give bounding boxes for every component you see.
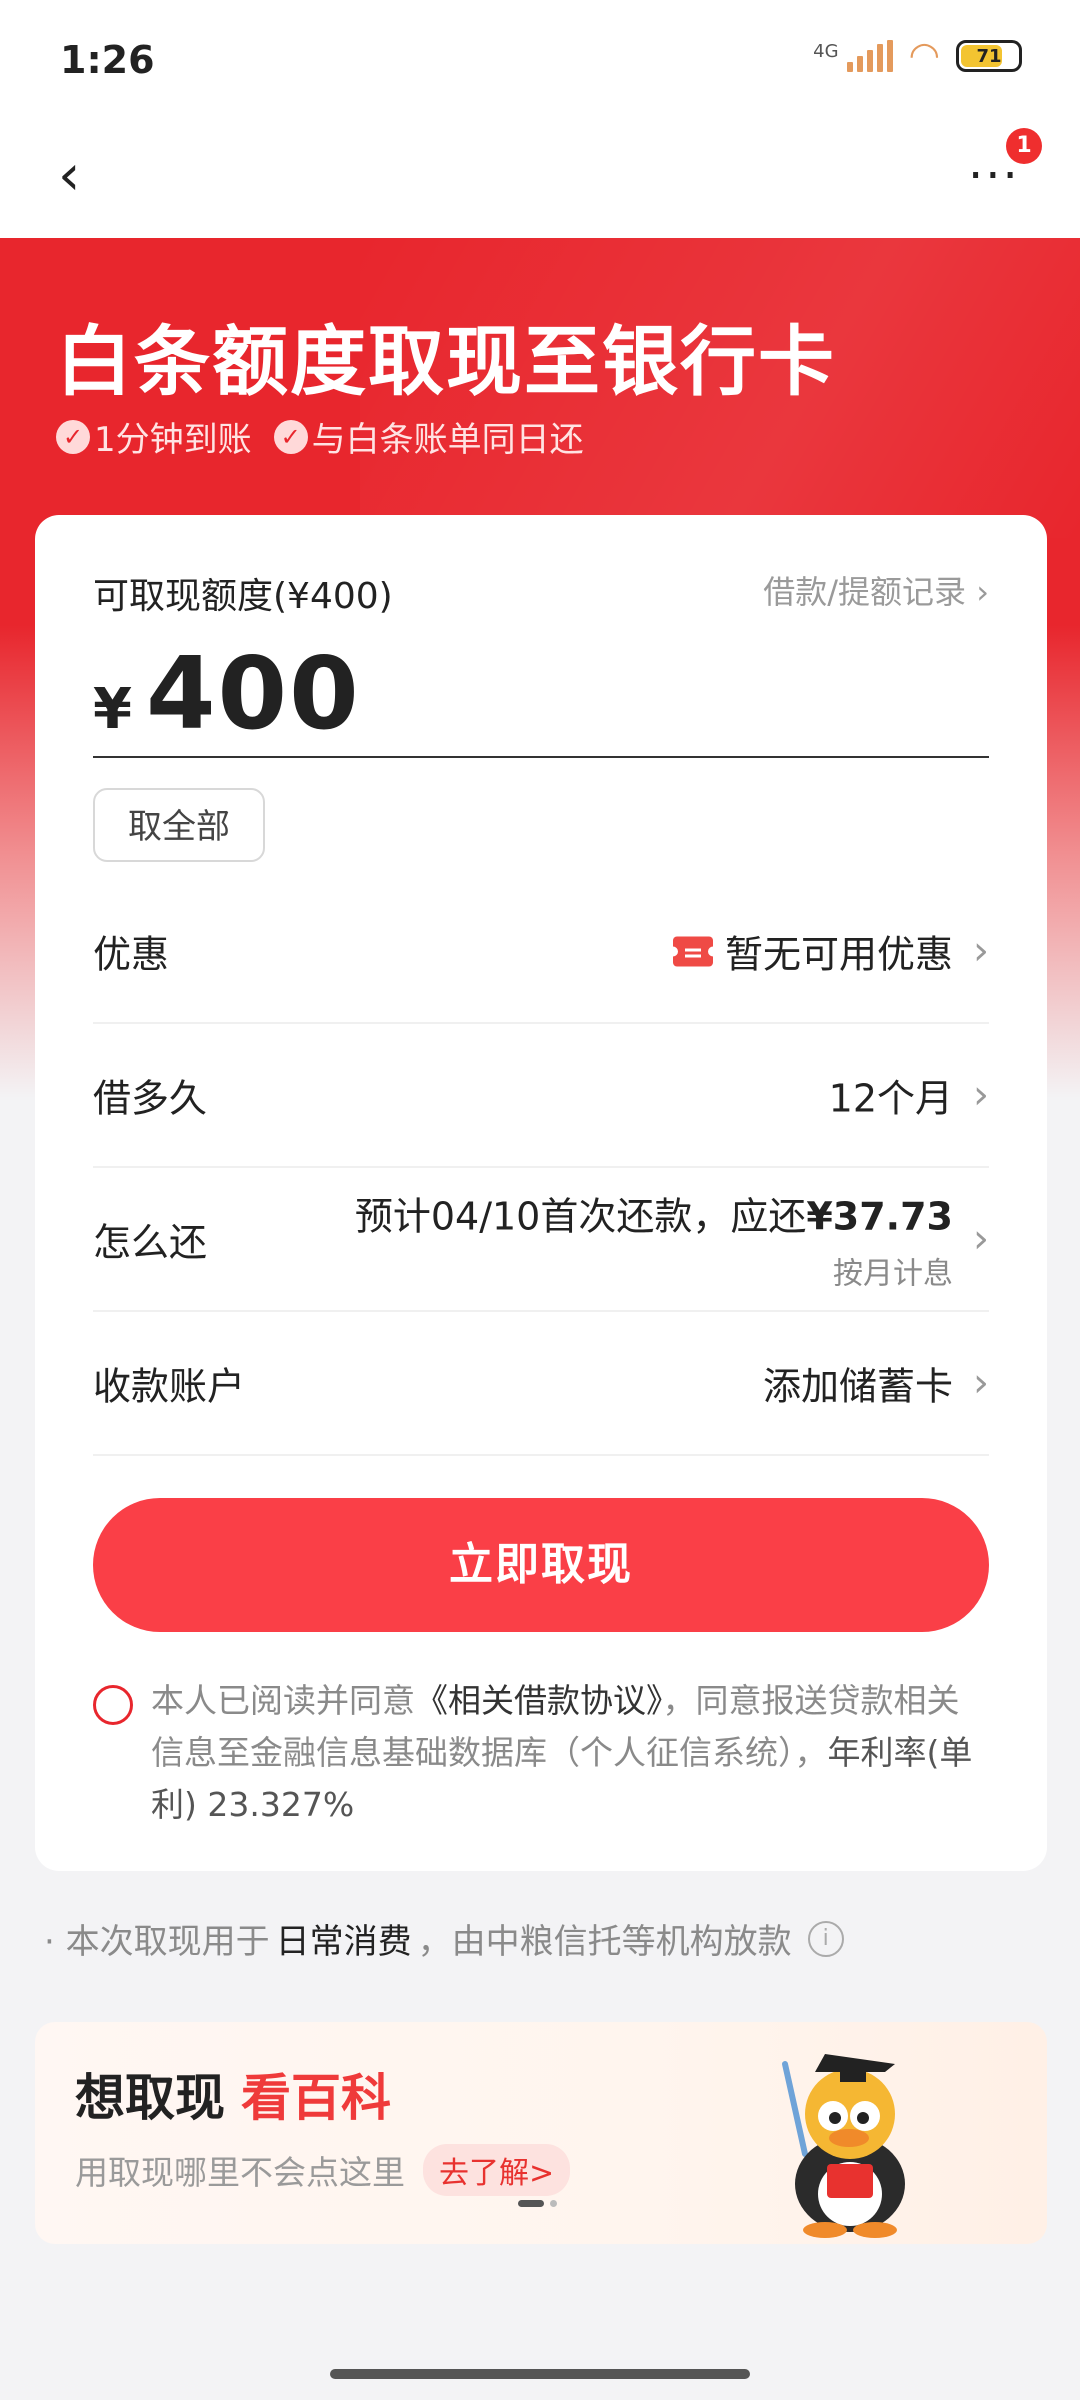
chevron-right-icon: › xyxy=(973,1072,989,1118)
hero-tag: ✓ 1分钟到账 xyxy=(56,412,252,461)
status-icons: 4G ◠ 71 xyxy=(813,38,1022,74)
notification-badge: 1 xyxy=(1006,128,1042,164)
hero-tag-label: 与白条账单同日还 xyxy=(311,420,584,460)
wiki-banner[interactable]: 想取现 看百科 用取现哪里不会点这里 去了解> xyxy=(35,2022,1047,2244)
account-row[interactable]: 收款账户 添加储蓄卡 › xyxy=(93,1312,989,1456)
discount-value: 暂无可用优惠 xyxy=(667,924,953,979)
check-circle-icon: ✓ xyxy=(56,419,90,454)
banner-subtitle: 用取现哪里不会点这里 去了解> xyxy=(75,2144,571,2196)
account-value: 添加储蓄卡 xyxy=(762,1364,953,1409)
currency-symbol: ¥ xyxy=(93,677,132,742)
amount-input[interactable]: ¥ 400 xyxy=(93,635,361,752)
chevron-right-icon: › xyxy=(976,573,989,611)
carousel-dots xyxy=(518,2200,557,2207)
repay-label: 怎么还 xyxy=(93,1220,208,1265)
withdraw-card: 可取现额度(¥400) 借款/提额记录 › ¥ 400 取全部 优惠 暂无可用优… xyxy=(35,515,1047,1871)
learn-more-button[interactable]: 去了解> xyxy=(423,2144,571,2196)
info-icon[interactable]: i xyxy=(807,1920,844,1957)
network-type: 4G xyxy=(813,40,839,62)
agreement-link[interactable]: 《相关借款协议》 xyxy=(415,1681,663,1720)
signal-icon xyxy=(846,40,893,72)
repay-value: 预计04/10首次还款，应还¥37.73 按月计息 xyxy=(354,1194,953,1292)
coupon-icon xyxy=(667,936,718,966)
term-label: 借多久 xyxy=(93,1076,208,1121)
battery-icon: 71 xyxy=(956,40,1022,72)
nav-bar: ‹ ··· 1 xyxy=(0,116,1080,238)
amount-value[interactable]: 400 xyxy=(146,635,361,752)
agreement: 本人已阅读并同意《相关借款协议》，同意报送贷款相关信息至金融信息基础数据库（个人… xyxy=(93,1675,989,1831)
repay-sub: 按月计息 xyxy=(833,1256,953,1292)
withdraw-now-button[interactable]: 立即取现 xyxy=(93,1498,989,1632)
status-bar: 1:26 4G ◠ 71 xyxy=(0,0,1080,116)
hero-tag-label: 1分钟到账 xyxy=(94,420,252,460)
chevron-right-icon: › xyxy=(973,928,989,974)
hero-tags: ✓ 1分钟到账 ✓ 与白条账单同日还 xyxy=(56,412,584,461)
account-label: 收款账户 xyxy=(93,1364,246,1409)
hero-tag: ✓ 与白条账单同日还 xyxy=(273,412,584,461)
discount-label: 优惠 xyxy=(93,932,170,977)
term-row[interactable]: 借多久 12个月 › xyxy=(93,1024,989,1168)
chevron-right-icon: › xyxy=(973,1216,989,1262)
duck-mascot-icon xyxy=(782,2054,905,2238)
repay-row[interactable]: 怎么还 预计04/10首次还款，应还¥37.73 按月计息 › xyxy=(93,1168,989,1312)
quota-label: 可取现额度(¥400) xyxy=(93,576,393,617)
home-indicator[interactable] xyxy=(330,2369,750,2379)
discount-row[interactable]: 优惠 暂无可用优惠 › xyxy=(93,880,989,1024)
status-time: 1:26 xyxy=(60,38,155,82)
banner-title: 想取现 看百科 xyxy=(75,2069,391,2127)
withdraw-all-button[interactable]: 取全部 xyxy=(93,788,265,862)
page-title: 白条额度取现至银行卡 xyxy=(56,317,836,406)
record-link[interactable]: 借款/提额记录 › xyxy=(763,567,989,613)
term-value: 12个月 xyxy=(828,1076,953,1121)
wifi-icon: ◠ xyxy=(908,35,940,76)
chevron-right-icon: › xyxy=(973,1360,989,1406)
amount-underline xyxy=(93,756,989,758)
funding-notice: · 本次取现用于 日常消费 ，由中粮信托等机构放款 i xyxy=(44,1914,844,1963)
back-arrow-icon[interactable]: ‹ xyxy=(58,146,98,206)
agree-checkbox[interactable] xyxy=(93,1685,133,1725)
check-circle-icon: ✓ xyxy=(273,419,308,454)
